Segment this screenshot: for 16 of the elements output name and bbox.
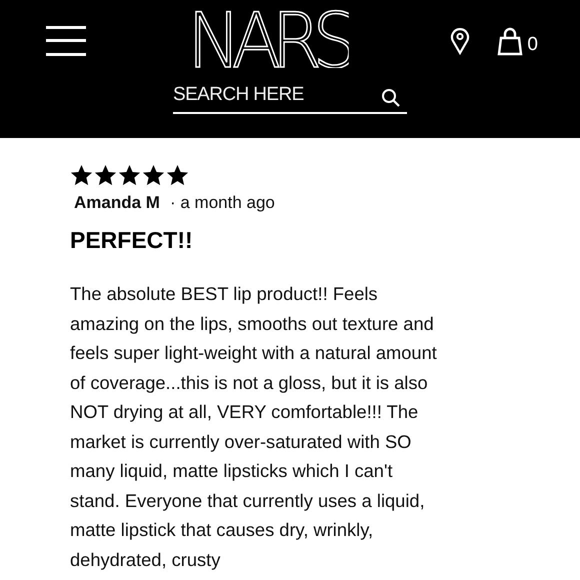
review-time: · a month ago bbox=[170, 193, 275, 213]
star-icon bbox=[70, 164, 93, 187]
search-field[interactable]: SEARCH HERE bbox=[173, 84, 407, 114]
location-pin-icon[interactable] bbox=[450, 27, 470, 55]
star-icon bbox=[94, 164, 117, 187]
brand-logo[interactable]: NARS bbox=[188, 8, 349, 68]
review-author: Amanda M bbox=[74, 193, 160, 213]
star-icon bbox=[166, 164, 189, 187]
cart-count: 0 bbox=[527, 34, 538, 56]
review-text: The absolute BEST lip product!! Feels amazing on the lips, smooths out texture and feels super light-weight with a natural amount of coverage...this is not a gloss, but it is also NOT drying at all, VERY comfortable!!! The market is currently over-saturated with SO many liquid, matte lipsticks which I can't stand. Everyone that currently uses a liquid, matte lipstick that causes dry, wrinkly, dehydrated, crusty bbox=[70, 282, 438, 572]
star-icon bbox=[118, 164, 141, 187]
menu-icon[interactable] bbox=[46, 26, 86, 56]
review-title: PERFECT!! bbox=[70, 227, 194, 254]
search-icon[interactable] bbox=[381, 88, 401, 108]
star-icon bbox=[142, 164, 165, 187]
shopping-bag-icon[interactable] bbox=[496, 26, 524, 56]
